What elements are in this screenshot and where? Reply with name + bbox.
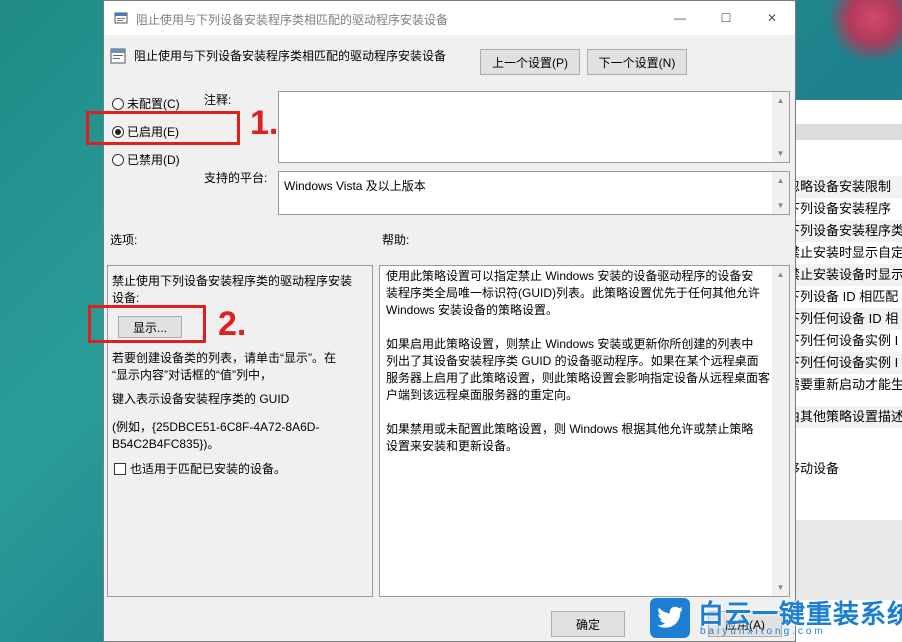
radio-label: 已禁用(D) <box>127 153 180 167</box>
radio-label: 未配置(C) <box>127 97 180 111</box>
watermark: 白云一键重装系统 baiyunxitong.com <box>650 594 902 642</box>
radio-disabled[interactable]: 已禁用(D) <box>112 151 180 168</box>
platform-scrollbar[interactable]: ▲ ▼ <box>772 172 789 214</box>
scroll-up-icon[interactable]: ▲ <box>772 266 789 283</box>
next-setting-button[interactable]: 下一个设置(N) <box>587 49 687 75</box>
options-hint-line2: “显示内容”对话框的“值”列中， <box>112 368 272 382</box>
help-panel: 使用此策略设置可以指定禁止 Windows 安装的设备驱动程序的设备安 装程序类… <box>379 265 790 597</box>
options-hint-line1: 若要创建设备类的列表，请单击“显示”。在 <box>112 351 336 365</box>
radio-circle <box>112 153 124 166</box>
scroll-up-icon[interactable]: ▲ <box>772 92 789 109</box>
help-paragraph-2-line-1: 如果启用此策略设置，则禁止 Windows 安装或更新你所创建的列表中 <box>386 337 754 351</box>
policy-dialog: 阻止使用与下列设备安装程序类相匹配的驱动程序安装设备 — ☐ ✕ 阻止使用与下列… <box>103 0 796 642</box>
watermark-url: baiyunxitong.com <box>700 626 826 637</box>
help-scrollbar[interactable]: ▲ ▼ <box>772 266 789 596</box>
apply-to-installed-checkbox[interactable]: 也适用于匹配已安装的设备。 <box>114 460 286 477</box>
list-header <box>787 124 902 140</box>
help-paragraph-1-line-1: 使用此策略设置可以指定禁止 Windows 安装的设备驱动程序的设备安 <box>386 269 754 283</box>
platform-value: Windows Vista 及以上版本 <box>284 179 426 193</box>
ok-button[interactable]: 确定 <box>551 611 625 637</box>
annotation-step-1: 1. <box>250 104 279 142</box>
policy-settings-icon <box>114 12 128 24</box>
list-item[interactable]: 下列设备安装程序 <box>787 198 902 220</box>
minimize-icon: — <box>674 11 686 25</box>
platform-label: 支持的平台: <box>204 171 268 185</box>
radio-not-configured[interactable]: 未配置(C) <box>112 95 180 112</box>
checkbox-label: 也适用于匹配已安装的设备。 <box>130 462 287 476</box>
list-item[interactable]: 下列设备安装程序类 <box>787 220 902 242</box>
help-paragraph-1-line-2: 装程序类全局唯一标识符(GUID)列表。此策略设置优先于任何其他允许 <box>386 286 760 300</box>
list-item[interactable]: 忽略设备安装限制 <box>787 176 902 198</box>
help-paragraph-3-line-2: 设置来安装和更新设备。 <box>386 439 519 453</box>
policy-icon <box>110 48 126 64</box>
help-paragraph-3-line-1: 如果禁用或未配置此策略设置，则 Windows 根据其他允许或禁止策略 <box>386 422 754 436</box>
help-text: 使用此策略设置可以指定禁止 Windows 安装的设备驱动程序的设备安 装程序类… <box>386 268 770 472</box>
platform-field: Windows Vista 及以上版本 ▲ ▼ <box>278 171 790 215</box>
scroll-up-icon[interactable]: ▲ <box>772 172 789 189</box>
maximize-button[interactable]: ☐ <box>703 1 749 35</box>
list-item[interactable]: 下列任何设备实例 I <box>787 352 902 374</box>
list-empty-area <box>787 520 902 600</box>
list-item[interactable]: 下列任何设备 ID 相 <box>787 308 902 330</box>
options-example-line1: (例如，{25DBCE51-6C8F-4A72-8A6D- <box>112 420 320 434</box>
close-icon: ✕ <box>766 11 778 25</box>
list-item[interactable]: 禁止安装设备时显示 <box>787 264 902 286</box>
annotation-step-2: 2. <box>218 305 247 343</box>
help-section-label: 帮助: <box>382 233 410 247</box>
comment-textarea[interactable]: ▲ ▼ <box>278 91 790 163</box>
help-paragraph-1-line-3: Windows 安装设备的策略设置。 <box>386 303 559 317</box>
list-item[interactable]: 下列任何设备实例 I <box>787 330 902 352</box>
window-title: 阻止使用与下列设备安装程序类相匹配的驱动程序安装设备 <box>136 13 449 27</box>
title-bar: 阻止使用与下列设备安装程序类相匹配的驱动程序安装设备 — ☐ ✕ <box>104 1 795 35</box>
options-section-label: 选项: <box>110 233 138 247</box>
help-paragraph-2-line-4: 户端到该远程桌面服务器的重定向。 <box>386 388 579 402</box>
annotation-box-enabled <box>86 111 240 145</box>
help-paragraph-2-line-3: 服务器上启用了此策略设置，则此策略设置会影响指定设备从远程桌面客 <box>386 371 771 385</box>
list-item[interactable]: 需要重新启动才能生 <box>787 374 902 396</box>
tree-item-removable-devices[interactable]: 移动设备 <box>787 458 902 480</box>
minimize-button[interactable]: — <box>657 1 703 35</box>
background-policy-list: 忽略设备安装限制 下列设备安装程序 下列设备安装程序类 禁止安装时显示自定 禁止… <box>786 100 902 642</box>
scroll-down-icon[interactable]: ▼ <box>772 145 789 162</box>
desktop-wallpaper-accent <box>830 0 902 60</box>
list-item[interactable]: 禁止安装时显示自定 <box>787 242 902 264</box>
scroll-down-icon[interactable]: ▼ <box>772 197 789 214</box>
radio-circle <box>112 97 124 110</box>
policy-name: 阻止使用与下列设备安装程序类相匹配的驱动程序安装设备 <box>134 49 447 63</box>
close-button[interactable]: ✕ <box>749 1 795 35</box>
comment-label: 注释: <box>204 93 232 107</box>
checkbox-box <box>114 462 126 475</box>
help-paragraph-2-line-2: 列出了其设备安装程序类 GUID 的设备驱动程序。如果在某个远程桌面 <box>386 354 759 368</box>
options-hint-line3: 键入表示设备安装程序类的 GUID <box>112 392 290 406</box>
annotation-box-show <box>88 305 206 343</box>
options-example-line2: B54C2B4FC835})。 <box>112 437 220 451</box>
previous-setting-button[interactable]: 上一个设置(P) <box>480 49 580 75</box>
comment-scrollbar[interactable]: ▲ ▼ <box>772 92 789 162</box>
list-item[interactable]: 由其他策略设置描述 <box>787 406 902 428</box>
twitter-bird-icon <box>650 598 690 638</box>
maximize-icon: ☐ <box>720 11 732 25</box>
options-description-line1: 禁止使用下列设备安装程序类的驱动程序安装 <box>112 274 353 288</box>
list-item[interactable]: 下列设备 ID 相匹配 <box>787 286 902 308</box>
